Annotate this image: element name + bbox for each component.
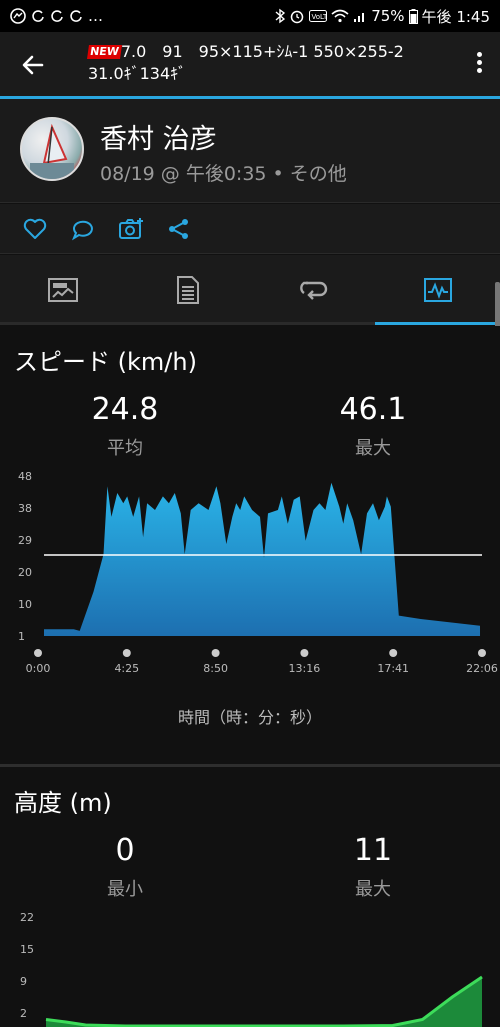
tab-bar xyxy=(0,255,500,325)
y-tick-label: 2 xyxy=(20,1007,27,1020)
x-tick-label: 13:16 xyxy=(289,662,321,675)
x-tick-dot xyxy=(478,649,486,657)
altitude-title: 高度 (m) xyxy=(14,789,112,817)
y-tick-label: 15 xyxy=(20,943,34,956)
like-icon[interactable] xyxy=(22,216,48,242)
status-icons-left: … xyxy=(10,7,103,25)
add-photo-icon[interactable] xyxy=(118,216,144,242)
app-bar: NEW7.0 91 95×115+ｼﾑ-1 550×255-2 31.0ｷﾞ13… xyxy=(0,32,500,96)
speed-max-value: 46.1 xyxy=(339,392,407,427)
alarm-icon xyxy=(290,10,304,24)
loop-icon xyxy=(32,10,44,22)
status-icons-right: VoLTE 75% 午後 1:45 xyxy=(275,6,490,27)
speed-section: スピード (km/h) 24.8 平均 46.1 最大 48 38 29 20 10 1 0… xyxy=(0,326,500,764)
back-button[interactable] xyxy=(18,50,48,80)
profile-header: 香村 治彦 08/19 @ 午後0:35 • その他 xyxy=(0,99,500,203)
y-tick-label: 38 xyxy=(18,502,32,515)
y-tick-label: 29 xyxy=(18,534,32,547)
speed-max-label: 最大 xyxy=(355,438,391,459)
speed-avg-label: 平均 xyxy=(107,438,143,459)
signal-icon xyxy=(354,13,365,22)
bluetooth-icon xyxy=(275,8,286,24)
wifi-icon xyxy=(331,9,349,23)
battery-icon xyxy=(408,8,418,24)
x-tick-label: 22:06 xyxy=(466,662,498,675)
tab-laps[interactable] xyxy=(250,255,375,325)
avatar[interactable] xyxy=(20,117,84,181)
altitude-min-value: 0 xyxy=(115,833,135,868)
loop-icon xyxy=(70,10,82,22)
summary-icon xyxy=(47,278,78,302)
messenger-icon xyxy=(10,8,26,24)
y-tick-label: 10 xyxy=(18,598,32,611)
x-tick-dot xyxy=(122,649,131,657)
title-line2: 31.0ｷﾞ134ｷﾞ xyxy=(88,64,187,83)
altitude-section: 高度 (m) 0 最小 11 最大 22 15 9 2 xyxy=(0,767,500,1027)
title-line1: 7.0 91 95×115+ｼﾑ-1 550×255-2 xyxy=(120,42,404,61)
new-badge: NEW xyxy=(87,45,122,59)
y-tick-label: 48 xyxy=(18,470,32,483)
y-tick-label: 20 xyxy=(18,566,32,579)
svg-text:VoLTE: VoLTE xyxy=(312,13,328,21)
tab-details[interactable] xyxy=(125,255,250,325)
status-bar: … VoLTE 75% 午後 1:45 xyxy=(0,0,500,32)
tab-summary[interactable] xyxy=(0,255,125,325)
activity-date: 08/19 @ 午後0:35 • その他 xyxy=(100,163,347,185)
tab-charts[interactable] xyxy=(375,255,500,325)
charts-icon xyxy=(423,278,452,302)
action-bar xyxy=(0,204,500,254)
user-name[interactable]: 香村 治彦 xyxy=(100,117,217,156)
x-tick-dot xyxy=(389,649,398,657)
clock: 午後 1:45 xyxy=(421,7,490,26)
more-icon: … xyxy=(88,7,103,25)
active-tab-indicator xyxy=(375,322,500,325)
speed-title: スピード (km/h) xyxy=(14,348,197,376)
altitude-max-label: 最大 xyxy=(355,879,391,900)
battery-percent: 75% xyxy=(371,7,405,25)
laps-icon xyxy=(299,281,327,300)
comment-icon[interactable] xyxy=(70,216,96,242)
altitude-line xyxy=(45,975,483,1027)
speed-area xyxy=(44,482,481,636)
y-tick-label: 9 xyxy=(20,975,27,988)
altitude-min-label: 最小 xyxy=(107,879,143,900)
y-tick-label: 1 xyxy=(18,630,25,643)
share-icon[interactable] xyxy=(166,216,192,242)
altitude-chart[interactable]: 22 15 9 2 xyxy=(0,905,500,1027)
overflow-menu-button[interactable] xyxy=(474,52,484,78)
y-tick-label: 22 xyxy=(20,911,34,924)
loop-icon xyxy=(51,10,63,22)
altitude-max-value: 11 xyxy=(353,833,393,868)
x-tick-dot xyxy=(211,649,220,657)
volte-icon: VoLTE xyxy=(309,10,328,22)
details-icon xyxy=(176,276,199,304)
speed-chart[interactable]: 48 38 29 20 10 1 0:00 4:25 8:50 13:16 17:41 22:06 xyxy=(0,464,500,676)
x-tick-label: 17:41 xyxy=(377,662,409,675)
speed-x-axis-label: 時間（時：分：秒） xyxy=(177,708,322,727)
x-tick-label: 4:25 xyxy=(114,662,139,675)
x-tick-label: 0:00 xyxy=(26,662,51,675)
x-tick-dot xyxy=(300,649,309,657)
x-tick-label: 8:50 xyxy=(203,662,228,675)
activity-title: NEW7.0 91 95×115+ｼﾑ-1 550×255-2 31.0ｷﾞ13… xyxy=(87,41,458,85)
x-tick-dot xyxy=(34,649,42,657)
speed-avg-value: 24.8 xyxy=(91,392,159,427)
